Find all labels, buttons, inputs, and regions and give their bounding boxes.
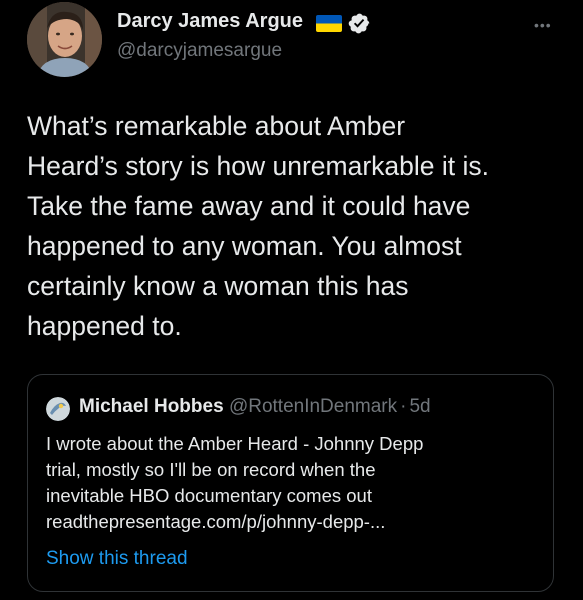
tweet-text: What’s remarkable about Amber Heard’s st… xyxy=(27,106,567,346)
quoted-tweet-text: I wrote about the Amber Heard - Johnny D… xyxy=(46,431,546,535)
show-thread-link[interactable]: Show this thread xyxy=(46,548,188,570)
ukraine-flag-icon xyxy=(316,15,342,32)
author-name[interactable]: Darcy James Argue xyxy=(117,10,303,33)
author-handle[interactable]: @darcyjamesargue xyxy=(117,40,282,62)
tweet-text-line: happened to any woman. You almost xyxy=(27,231,462,261)
quoted-author-name[interactable]: Michael Hobbes xyxy=(79,396,224,417)
tweet: Darcy James Argue @darcyjamesargue ••• W… xyxy=(0,0,583,600)
tweet-text-line: Take the fame away and it could have xyxy=(27,191,471,221)
quoted-text-link[interactable]: readthepresentage.com/p/johnny-depp-... xyxy=(46,509,546,535)
tweet-text-line: certainly know a woman this has xyxy=(27,271,409,301)
tweet-text-line: happened to. xyxy=(27,311,182,341)
quoted-author-handle[interactable]: @RottenInDenmark xyxy=(229,396,397,417)
quoted-text-line: inevitable HBO documentary comes out xyxy=(46,485,372,506)
tweet-text-line: What’s remarkable about Amber xyxy=(27,111,406,141)
quoted-text-line: I wrote about the Amber Heard - Johnny D… xyxy=(46,433,424,454)
quoted-tweet-header: Michael Hobbes @RottenInDenmark · 5d xyxy=(79,396,431,418)
verified-badge-icon xyxy=(348,12,371,35)
separator-dot: · xyxy=(400,396,407,417)
quoted-tweet-card[interactable]: Michael Hobbes @RottenInDenmark · 5d I wro… xyxy=(27,374,554,592)
quoted-tweet-time[interactable]: 5d xyxy=(409,396,430,417)
more-options-icon[interactable]: ••• xyxy=(534,18,552,32)
quoted-author-avatar[interactable] xyxy=(46,397,70,421)
tweet-text-line: Heard’s story is how unremarkable it is. xyxy=(27,151,489,181)
author-avatar[interactable] xyxy=(27,2,102,77)
quoted-text-line: trial, mostly so I'll be on record when … xyxy=(46,459,376,480)
